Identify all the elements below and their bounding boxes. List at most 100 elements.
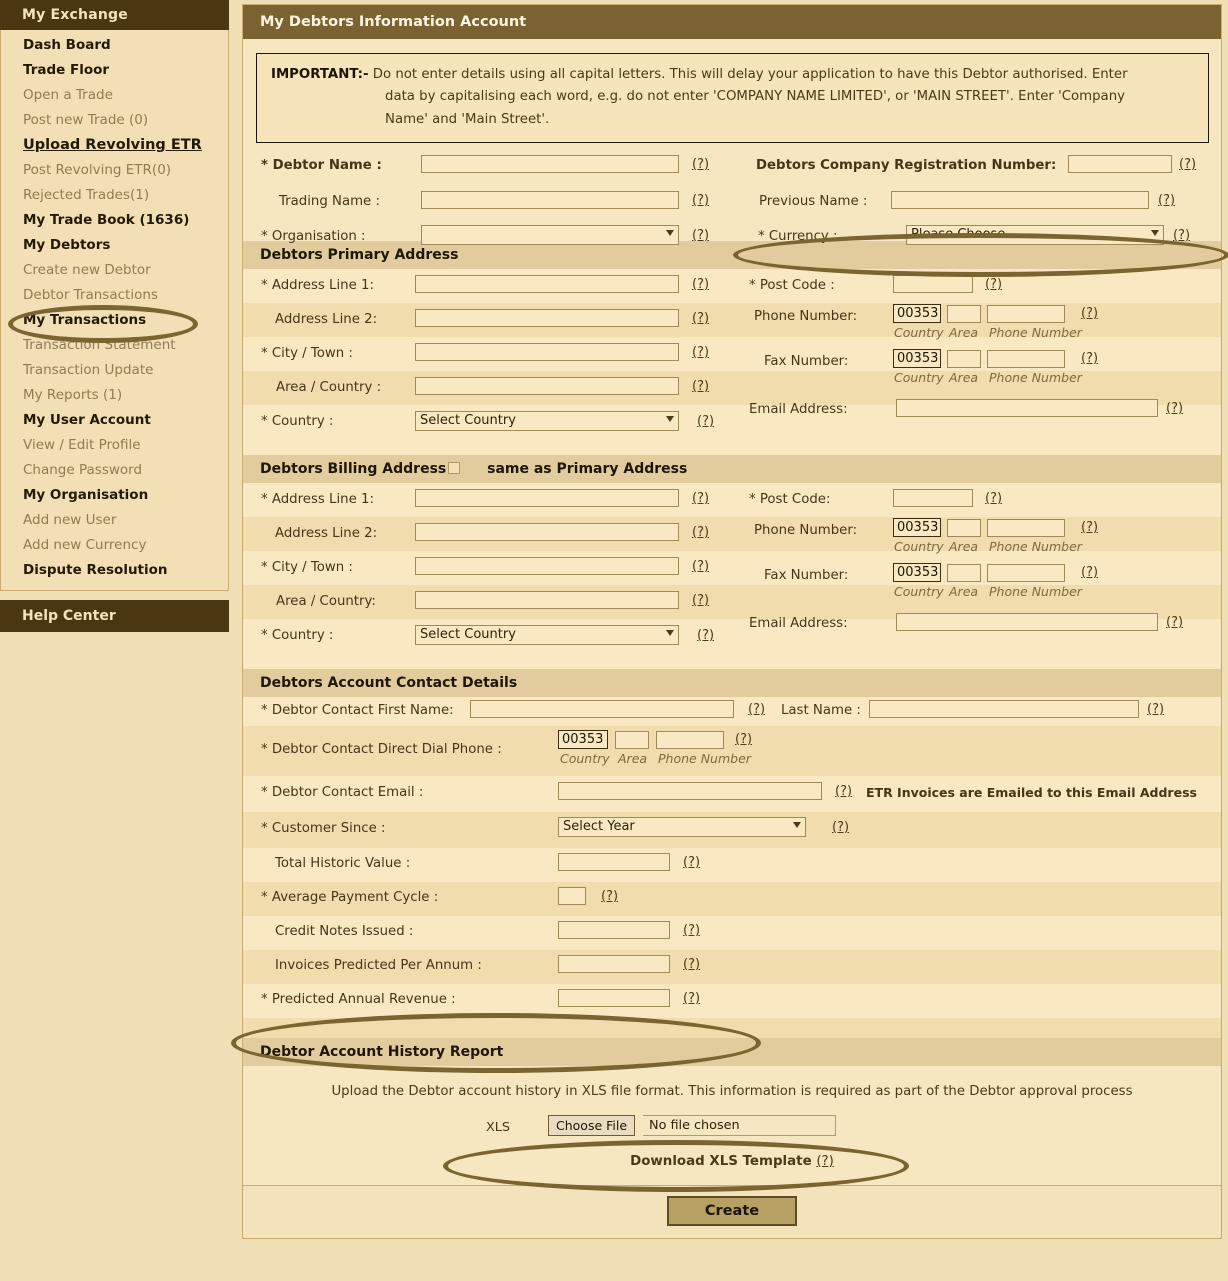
billing-address2-hint-icon[interactable]: (?): [692, 525, 709, 540]
billing-fax-hint-icon[interactable]: (?): [1081, 565, 1098, 580]
currency-select[interactable]: Please Choose: [906, 225, 1164, 245]
sidebar-item-my-organisation[interactable]: My Organisation: [1, 483, 228, 508]
create-button[interactable]: Create: [666, 1196, 798, 1226]
debtor-name-hint-icon[interactable]: (?): [692, 157, 709, 172]
credit-notes-input[interactable]: [558, 921, 670, 939]
sidebar-item-open-a-trade[interactable]: Open a Trade: [1, 83, 228, 108]
billing-address1-hint-icon[interactable]: (?): [692, 491, 709, 506]
sidebar-item-create-new-debtor[interactable]: Create new Debtor: [1, 258, 228, 283]
currency-hint-icon[interactable]: (?): [1173, 228, 1190, 243]
historic-value-hint-icon[interactable]: (?): [683, 855, 700, 870]
credit-notes-hint-icon[interactable]: (?): [683, 923, 700, 938]
primary-address1-input[interactable]: [415, 275, 679, 293]
primary-phone-number-input[interactable]: [987, 305, 1065, 323]
billing-postcode-hint-icon[interactable]: (?): [985, 491, 1002, 506]
trading-name-hint-icon[interactable]: (?): [692, 193, 709, 208]
primary-fax-number-input[interactable]: [987, 350, 1065, 368]
billing-country-select[interactable]: Select Country: [415, 625, 679, 645]
company-registration-input[interactable]: [1068, 155, 1172, 173]
debtor-name-input[interactable]: [421, 155, 679, 173]
sidebar-item-post-new-trade[interactable]: Post new Trade (0): [1, 108, 228, 133]
billing-phone-area-input[interactable]: [947, 519, 981, 537]
billing-address2-input[interactable]: [415, 523, 679, 541]
contact-dial-number-input[interactable]: [656, 731, 724, 749]
billing-phone-number-input[interactable]: [987, 519, 1065, 537]
customer-since-select[interactable]: Select Year: [558, 817, 806, 837]
billing-fax-number-input[interactable]: [987, 564, 1065, 582]
sidebar-item-debtor-transactions[interactable]: Debtor Transactions: [1, 283, 228, 308]
billing-fax-area-input[interactable]: [947, 564, 981, 582]
company-registration-hint-icon[interactable]: (?): [1179, 157, 1196, 172]
contact-email-hint-icon[interactable]: (?): [835, 784, 852, 799]
billing-postcode-input[interactable]: [893, 489, 973, 507]
same-as-primary-checkbox[interactable]: [448, 462, 460, 474]
primary-country-select[interactable]: Select Country: [415, 411, 679, 431]
billing-address1-input[interactable]: [415, 489, 679, 507]
primary-fax-country-input[interactable]: 00353: [893, 349, 941, 368]
trading-name-input[interactable]: [421, 191, 679, 209]
historic-value-input[interactable]: [558, 853, 670, 871]
contact-last-name-hint-icon[interactable]: (?): [1147, 702, 1164, 717]
contact-first-name-hint-icon[interactable]: (?): [748, 702, 765, 717]
invoices-predicted-hint-icon[interactable]: (?): [683, 957, 700, 972]
sidebar-item-change-password[interactable]: Change Password: [1, 458, 228, 483]
billing-city-hint-icon[interactable]: (?): [692, 559, 709, 574]
sidebar-item-my-reports[interactable]: My Reports (1): [1, 383, 228, 408]
primary-fax-area-input[interactable]: [947, 350, 981, 368]
download-template-row[interactable]: Download XLS Template (?): [243, 1150, 1221, 1185]
payment-cycle-input[interactable]: [558, 887, 586, 905]
sidebar-item-my-transactions[interactable]: My Transactions: [1, 308, 228, 333]
sidebar-item-transaction-statement[interactable]: Transaction Statement: [1, 333, 228, 358]
primary-area-input[interactable]: [415, 377, 679, 395]
primary-phone-area-input[interactable]: [947, 305, 981, 323]
contact-dial-hint-icon[interactable]: (?): [735, 732, 752, 747]
primary-city-input[interactable]: [415, 343, 679, 361]
choose-file-button[interactable]: Choose File: [548, 1115, 636, 1136]
sidebar-item-add-new-user[interactable]: Add new User: [1, 508, 228, 533]
primary-address1-hint-icon[interactable]: (?): [692, 277, 709, 292]
sidebar-item-dispute-resolution[interactable]: Dispute Resolution: [1, 558, 228, 583]
primary-area-hint-icon[interactable]: (?): [692, 379, 709, 394]
billing-phone-country-input[interactable]: 00353: [893, 518, 941, 537]
sidebar-item-view-edit-profile[interactable]: View / Edit Profile: [1, 433, 228, 458]
primary-postcode-input[interactable]: [893, 275, 973, 293]
billing-city-input[interactable]: [415, 557, 679, 575]
primary-country-hint-icon[interactable]: (?): [697, 414, 714, 429]
primary-email-hint-icon[interactable]: (?): [1166, 401, 1183, 416]
payment-cycle-hint-icon[interactable]: (?): [601, 889, 618, 904]
sidebar-item-transaction-update[interactable]: Transaction Update: [1, 358, 228, 383]
previous-name-hint-icon[interactable]: (?): [1158, 193, 1175, 208]
annual-revenue-hint-icon[interactable]: (?): [683, 991, 700, 1006]
invoices-predicted-input[interactable]: [558, 955, 670, 973]
sidebar-item-rejected-trades[interactable]: Rejected Trades(1): [1, 183, 228, 208]
sidebar-item-my-debtors[interactable]: My Debtors: [1, 233, 228, 258]
customer-since-hint-icon[interactable]: (?): [832, 820, 849, 835]
sidebar-item-post-revolving-etr[interactable]: Post Revolving ETR(0): [1, 158, 228, 183]
sidebar-item-upload-revolving-etr[interactable]: Upload Revolving ETR: [1, 133, 228, 158]
organisation-hint-icon[interactable]: (?): [692, 228, 709, 243]
primary-city-hint-icon[interactable]: (?): [692, 345, 709, 360]
primary-fax-hint-icon[interactable]: (?): [1081, 351, 1098, 366]
contact-last-name-input[interactable]: [869, 700, 1139, 718]
billing-email-input[interactable]: [896, 613, 1158, 631]
contact-first-name-input[interactable]: [470, 700, 734, 718]
primary-phone-hint-icon[interactable]: (?): [1081, 306, 1098, 321]
organisation-select[interactable]: [421, 225, 679, 245]
help-center-header[interactable]: Help Center: [0, 600, 229, 632]
primary-phone-country-input[interactable]: 00353: [893, 304, 941, 323]
billing-email-hint-icon[interactable]: (?): [1166, 615, 1183, 630]
billing-area-input[interactable]: [415, 591, 679, 609]
previous-name-input[interactable]: [891, 191, 1149, 209]
sidebar-item-add-new-currency[interactable]: Add new Currency: [1, 533, 228, 558]
download-template-link[interactable]: Download XLS Template: [630, 1154, 812, 1169]
billing-phone-hint-icon[interactable]: (?): [1081, 520, 1098, 535]
contact-email-input[interactable]: [558, 782, 822, 800]
primary-postcode-hint-icon[interactable]: (?): [985, 277, 1002, 292]
billing-area-hint-icon[interactable]: (?): [692, 593, 709, 608]
contact-dial-area-input[interactable]: [615, 731, 649, 749]
contact-dial-country-input[interactable]: 00353: [558, 730, 608, 749]
download-template-hint-icon[interactable]: (?): [816, 1154, 834, 1169]
sidebar-item-my-trade-book[interactable]: My Trade Book (1636): [1, 208, 228, 233]
sidebar-item-dash-board[interactable]: Dash Board: [1, 33, 228, 58]
billing-fax-country-input[interactable]: 00353: [893, 563, 941, 582]
